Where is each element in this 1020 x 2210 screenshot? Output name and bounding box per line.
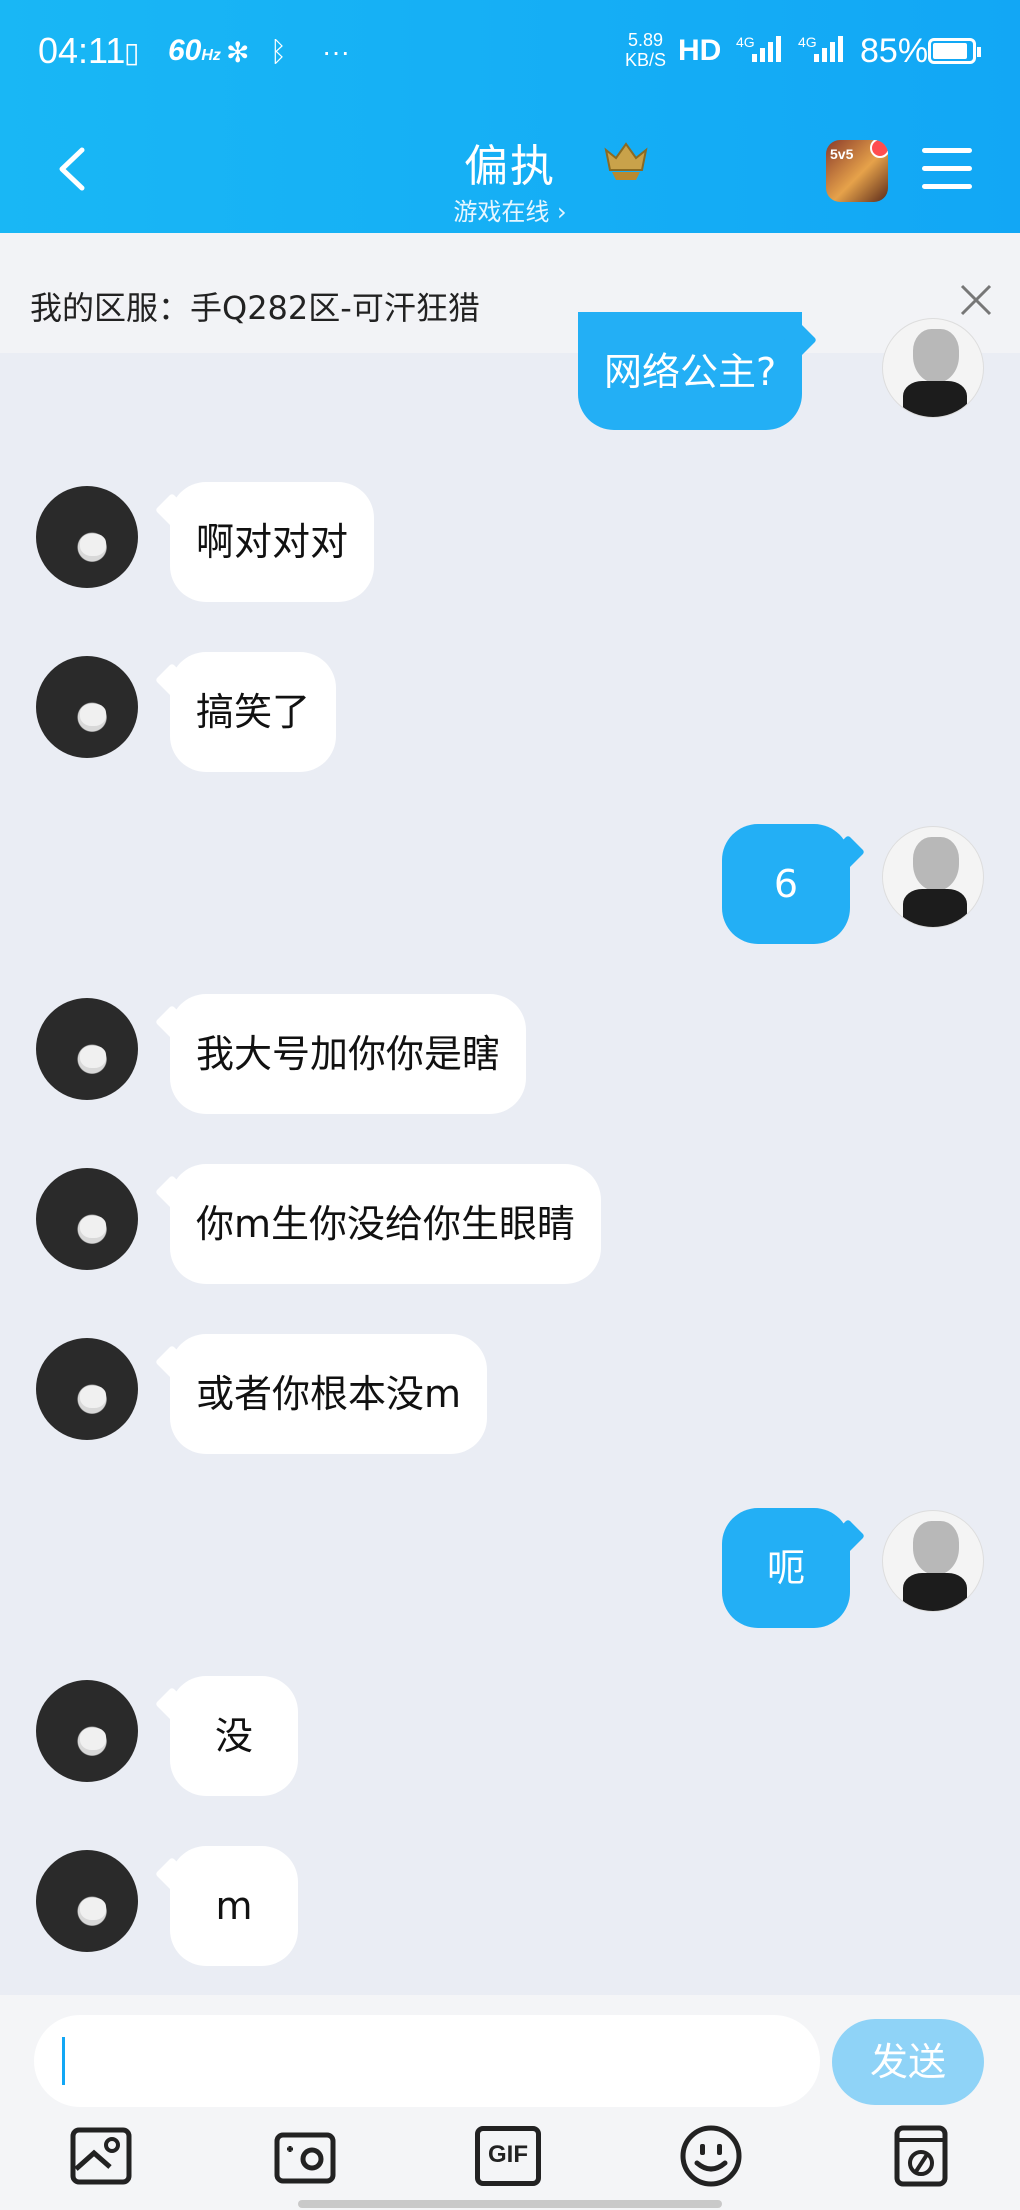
game-app-icon[interactable]: 5v5 bbox=[826, 140, 888, 202]
rank-crown-icon bbox=[604, 142, 648, 180]
more-dots: ··· bbox=[322, 36, 350, 67]
contact-avatar[interactable] bbox=[36, 486, 138, 588]
gif-icon: GIF bbox=[475, 2126, 541, 2186]
message-bubble-them[interactable]: 没 bbox=[170, 1676, 298, 1796]
composer-bar: 发送 GIF bbox=[0, 1995, 1020, 2210]
camera-icon[interactable] bbox=[272, 2123, 338, 2189]
home-indicator bbox=[298, 2200, 722, 2208]
message-bubble-them[interactable]: 啊对对对 bbox=[170, 482, 375, 602]
status-bar: 04:11 ▯ 60Hz ✻ ᛒ ··· 5.89 KB/S HD 4G 4G … bbox=[0, 0, 1020, 110]
message-bubble-them[interactable]: 我大号加你你是瞎 bbox=[170, 994, 527, 1114]
message-bubble-me[interactable]: 呃 bbox=[722, 1508, 850, 1628]
vibrate-icon: ▯ bbox=[124, 37, 140, 68]
signal-2-icon bbox=[814, 34, 843, 62]
message-bubble-them[interactable]: 或者你根本没m bbox=[170, 1334, 488, 1454]
message-bubble-them[interactable]: m bbox=[170, 1846, 298, 1966]
message-bubble-me[interactable]: 网络公主? bbox=[578, 312, 803, 430]
net-speed-unit: KB/S bbox=[625, 50, 667, 70]
contact-avatar[interactable] bbox=[36, 998, 138, 1100]
refresh-rate-value: 60 bbox=[168, 34, 202, 67]
send-button[interactable]: 发送 bbox=[832, 2019, 984, 2105]
hd-indicator: HD bbox=[678, 34, 722, 67]
server-banner: 我的区服：手Q282区-可汗狂猎 bbox=[0, 233, 1020, 353]
contact-avatar[interactable] bbox=[36, 656, 138, 758]
net-speed: 5.89 KB/S bbox=[625, 30, 666, 70]
red-packet-icon[interactable] bbox=[888, 2123, 954, 2189]
message-bubble-them[interactable]: 搞笑了 bbox=[170, 652, 337, 772]
message-bubble-me[interactable]: 6 bbox=[722, 824, 850, 944]
contact-avatar[interactable] bbox=[36, 1338, 138, 1440]
my-avatar[interactable] bbox=[882, 318, 984, 418]
notification-dot bbox=[870, 140, 888, 158]
battery-icon bbox=[928, 38, 981, 64]
bluetooth-icon: ᛒ bbox=[270, 36, 287, 67]
contact-avatar[interactable] bbox=[36, 1850, 138, 1952]
my-avatar[interactable] bbox=[882, 826, 984, 928]
status-time: 04:11 bbox=[38, 30, 126, 71]
refresh-rate-unit: Hz bbox=[201, 47, 221, 64]
fan-icon: ✻ bbox=[226, 37, 250, 68]
refresh-rate: 60Hz bbox=[168, 34, 221, 68]
net-speed-value: 5.89 bbox=[627, 30, 664, 50]
contact-avatar[interactable] bbox=[36, 1680, 138, 1782]
signal-1-icon bbox=[752, 34, 781, 62]
emoji-icon[interactable] bbox=[678, 2123, 744, 2189]
contact-avatar[interactable] bbox=[36, 1168, 138, 1270]
my-avatar[interactable] bbox=[882, 1510, 984, 1612]
gif-button[interactable]: GIF bbox=[475, 2123, 541, 2189]
close-icon[interactable] bbox=[958, 282, 994, 318]
menu-button[interactable] bbox=[922, 148, 972, 192]
image-icon[interactable] bbox=[68, 2123, 134, 2189]
top-bar: 04:11 ▯ 60Hz ✻ ᛒ ··· 5.89 KB/S HD 4G 4G … bbox=[0, 0, 1020, 233]
hamburger-icon bbox=[922, 148, 972, 153]
message-input[interactable] bbox=[34, 2015, 820, 2107]
server-text: 我的区服：手Q282区-可汗狂猎 bbox=[30, 289, 480, 327]
battery-percent: 85% bbox=[860, 32, 929, 70]
text-cursor bbox=[62, 2037, 65, 2085]
game-badge-text: 5v5 bbox=[830, 146, 854, 162]
nav-bar: 偏执 游戏在线 › 5v5 bbox=[0, 110, 1020, 233]
message-bubble-them[interactable]: 你m生你没给你生眼睛 bbox=[170, 1164, 602, 1284]
